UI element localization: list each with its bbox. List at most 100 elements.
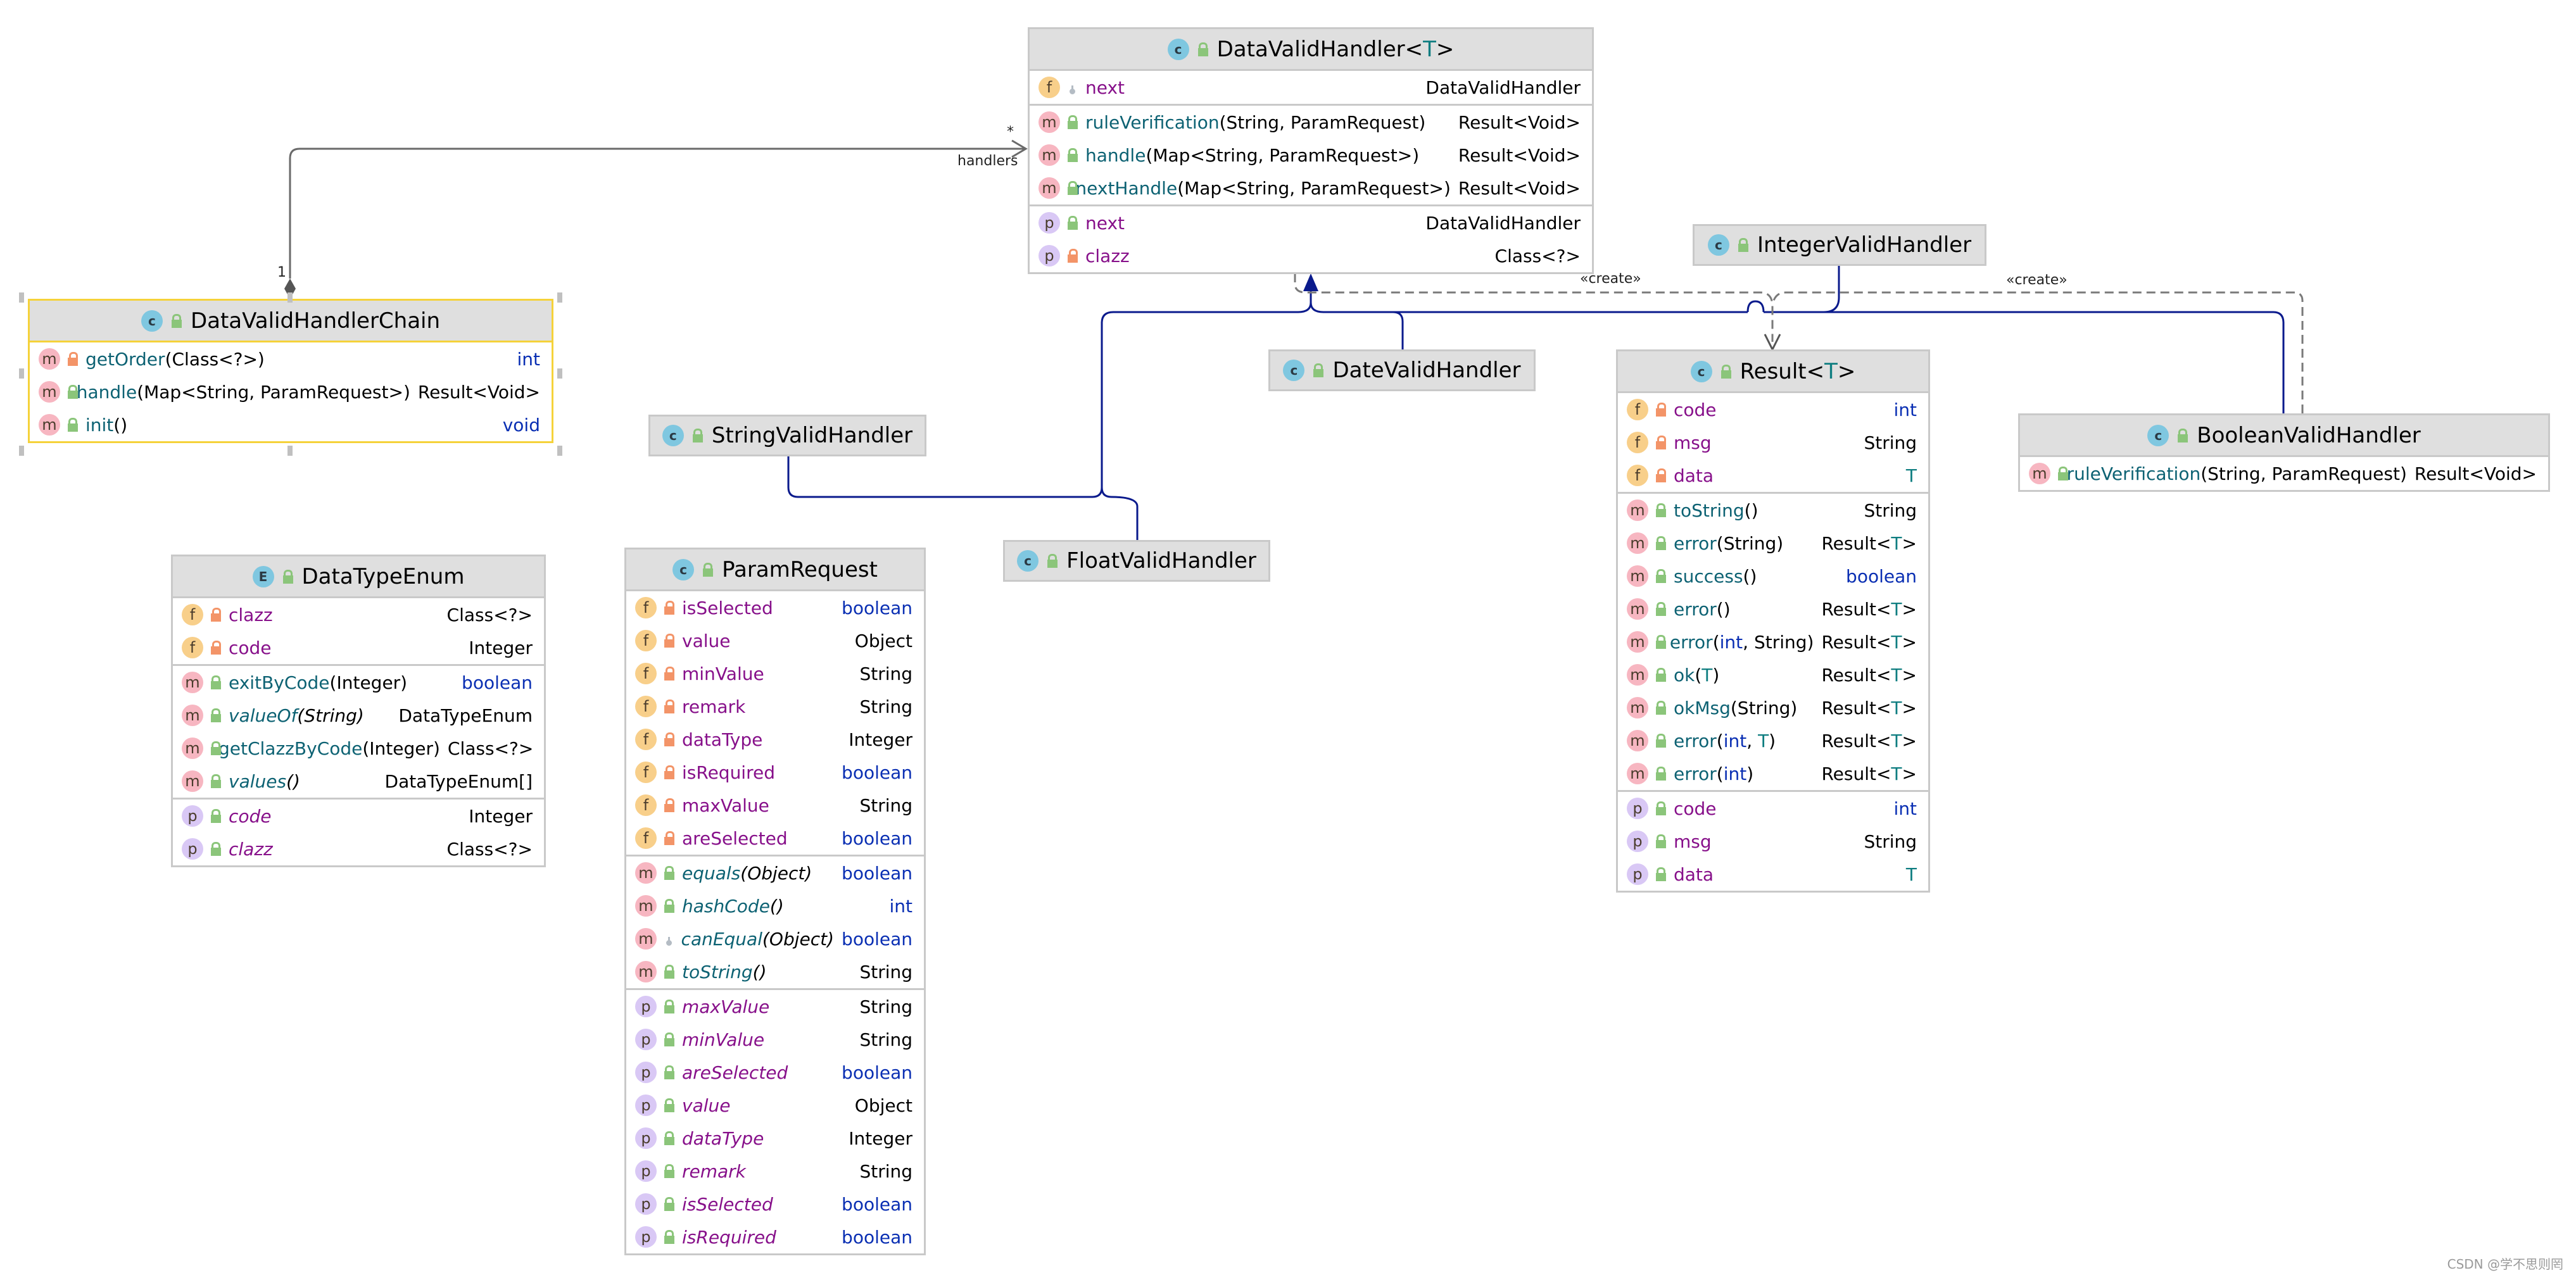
member-name: next <box>1085 212 1125 234</box>
class-header[interactable]: c DateValidHandler <box>1270 351 1534 389</box>
fields-row[interactable]: f maxValue String <box>626 789 924 822</box>
class-header[interactable]: c DataValidHandler<T> <box>1030 29 1592 71</box>
fields-row[interactable]: f dataType Integer <box>626 723 924 756</box>
methods-row[interactable]: m init() void <box>30 408 552 441</box>
methods-row[interactable]: m getOrder(Class<?>) int <box>30 342 552 375</box>
properties-row[interactable]: p next DataValidHandler <box>1030 206 1592 239</box>
arg-token: ) <box>1746 763 1754 784</box>
methods-name: ok(T) <box>1674 665 1814 686</box>
properties-row[interactable]: p dataType Integer <box>626 1122 924 1155</box>
methods-row[interactable]: m error(int, String) Result<T> <box>1618 625 1928 658</box>
class-header[interactable]: c StringValidHandler <box>650 417 925 455</box>
properties-row[interactable]: p data T <box>1618 858 1928 891</box>
properties-row[interactable]: p maxValue String <box>626 990 924 1023</box>
class-header[interactable]: c FloatValidHandler <box>1005 542 1268 580</box>
fields-row[interactable]: f remark String <box>626 690 924 723</box>
properties-row[interactable]: p clazz Class<?> <box>173 832 544 865</box>
selection-handle[interactable] <box>19 368 24 379</box>
public-lock-icon <box>664 1164 674 1178</box>
class-box-integervalidhandler[interactable]: c IntegerValidHandler <box>1693 224 1986 266</box>
member-name: values <box>229 770 287 792</box>
class-header[interactable]: c DataValidHandlerChain <box>30 301 552 342</box>
method-icon: m <box>1627 598 1648 620</box>
properties-row[interactable]: p isRequired boolean <box>626 1220 924 1253</box>
fields-row[interactable]: f code Integer <box>173 631 544 664</box>
text-part: > <box>1837 358 1856 384</box>
class-box-datatypeenum[interactable]: E DataTypeEnum f clazz Class<?> f code Integer m… <box>171 555 546 867</box>
selection-handle[interactable] <box>557 446 562 456</box>
class-header[interactable]: c ParamRequest <box>626 549 924 591</box>
properties-row[interactable]: p remark String <box>626 1155 924 1188</box>
fields-row[interactable]: f areSelected boolean <box>626 822 924 855</box>
methods-type: String <box>859 961 912 982</box>
methods-row[interactable]: m exitByCode(Integer) boolean <box>173 666 544 699</box>
properties-row[interactable]: p areSelected boolean <box>626 1056 924 1089</box>
package-key-icon <box>664 932 674 946</box>
methods-row[interactable]: m nextHandle(Map<String, ParamRequest>) Re… <box>1030 172 1592 204</box>
fields-row[interactable]: f isRequired boolean <box>626 756 924 789</box>
selection-handle[interactable] <box>19 292 24 303</box>
methods-row[interactable]: m canEqual(Object) boolean <box>626 922 924 955</box>
class-header[interactable]: E DataTypeEnum <box>173 556 544 598</box>
fields-row[interactable]: f data T <box>1618 459 1928 492</box>
selection-handle[interactable] <box>287 292 293 303</box>
class-header[interactable]: c BooleanValidHandler <box>2020 415 2548 457</box>
selection-handle[interactable] <box>19 446 24 456</box>
selection-handle[interactable] <box>287 446 293 456</box>
properties-row[interactable]: p minValue String <box>626 1023 924 1056</box>
class-box-stringvalidhandler[interactable]: c StringValidHandler <box>648 415 926 456</box>
public-lock-icon <box>211 809 221 823</box>
methods-row[interactable]: m handle(Map<String, ParamRequest>) Result… <box>30 375 552 408</box>
properties-name: code <box>229 806 461 827</box>
methods-row[interactable]: m values() DataTypeEnum[] <box>173 765 544 798</box>
member-name: exitByCode <box>229 672 330 693</box>
methods-row[interactable]: m error(String) Result<T> <box>1618 527 1928 560</box>
methods-row[interactable]: m okMsg(String) Result<T> <box>1618 691 1928 724</box>
class-box-datavalidhandlerchain[interactable]: c DataValidHandlerChain m getOrder(Class<?>… <box>28 299 553 443</box>
method-icon: m <box>182 737 203 759</box>
methods-row[interactable]: m valueOf(String) DataTypeEnum <box>173 699 544 732</box>
fields-row[interactable]: f minValue String <box>626 657 924 690</box>
properties-row[interactable]: p value Object <box>626 1089 924 1122</box>
methods-row[interactable]: m ruleVerification(String, ParamRequest) R… <box>2020 457 2548 490</box>
member-name: ruleVerification <box>2066 463 2201 484</box>
methods-row[interactable]: m error(int) Result<T> <box>1618 757 1928 790</box>
properties-row[interactable]: p code int <box>1618 792 1928 825</box>
methods-row[interactable]: m toString() String <box>626 955 924 988</box>
methods-row[interactable]: m ok(T) Result<T> <box>1618 658 1928 691</box>
class-header[interactable]: c IntegerValidHandler <box>1695 226 1985 264</box>
methods-type: void <box>502 414 540 436</box>
fields-row[interactable]: f next DataValidHandler <box>1030 71 1592 104</box>
fields-row[interactable]: f msg String <box>1618 426 1928 459</box>
class-box-booleanvalidhandler[interactable]: c BooleanValidHandler m ruleVerification(St… <box>2018 413 2550 492</box>
methods-row[interactable]: m getClazzByCode(Integer) Class<?> <box>173 732 544 765</box>
field-icon: f <box>635 762 657 783</box>
properties-row[interactable]: p code Integer <box>173 800 544 832</box>
selection-handle[interactable] <box>557 292 562 303</box>
fields-row[interactable]: f clazz Class<?> <box>173 598 544 631</box>
member-name: minValue <box>682 1029 765 1050</box>
class-box-paramrequest[interactable]: c ParamRequest f isSelected boolean f value Obj… <box>624 548 926 1255</box>
methods-row[interactable]: m error() Result<T> <box>1618 593 1928 625</box>
methods-row[interactable]: m hashCode() int <box>626 889 924 922</box>
class-header[interactable]: c Result<T> <box>1618 351 1928 393</box>
properties-row[interactable]: p msg String <box>1618 825 1928 858</box>
properties-row[interactable]: p isSelected boolean <box>626 1188 924 1220</box>
methods-row[interactable]: m equals(Object) boolean <box>626 856 924 889</box>
fields-row[interactable]: f value Object <box>626 624 924 657</box>
methods-row[interactable]: m ruleVerification(String, ParamRequest) R… <box>1030 106 1592 139</box>
methods-row[interactable]: m toString() String <box>1618 494 1928 527</box>
methods-row[interactable]: m success() boolean <box>1618 560 1928 593</box>
methods-row[interactable]: m handle(Map<String, ParamRequest>) Result… <box>1030 139 1592 172</box>
class-box-result[interactable]: c Result<T> f code int f msg String f data Tm toStr… <box>1616 349 1930 893</box>
public-lock-icon <box>1656 801 1666 815</box>
class-box-datavalidhandler[interactable]: c DataValidHandler<T> f next DataValidHandle… <box>1028 27 1594 274</box>
class-box-floatvalidhandler[interactable]: c FloatValidHandler <box>1003 540 1270 582</box>
properties-row[interactable]: p clazz Class<?> <box>1030 239 1592 272</box>
fields-row[interactable]: f isSelected boolean <box>626 591 924 624</box>
methods-row[interactable]: m error(int, T) Result<T> <box>1618 724 1928 757</box>
properties-type: int <box>1893 798 1917 819</box>
selection-handle[interactable] <box>557 368 562 379</box>
class-box-datevalidhandler[interactable]: c DateValidHandler <box>1268 349 1536 391</box>
fields-row[interactable]: f code int <box>1618 393 1928 426</box>
